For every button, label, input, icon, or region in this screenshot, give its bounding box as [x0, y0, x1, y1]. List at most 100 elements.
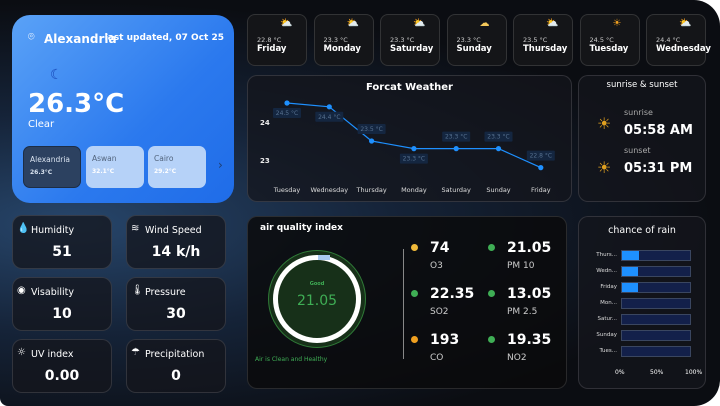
- forecast-day-card[interactable]: ☀ 24.5 °C Tuesday: [579, 14, 640, 66]
- pollutant-name: SO2: [430, 307, 449, 317]
- day-name: Monday: [323, 44, 361, 54]
- data-point: [326, 104, 332, 110]
- uv-icon: ☼: [17, 347, 26, 358]
- rain-category-label: Tues...: [599, 348, 617, 354]
- city-card-cairo[interactable]: Cairo 29.2°C: [148, 146, 206, 188]
- stat-card-wind-speed: ≋ Wind Speed 14 k/h: [126, 215, 226, 269]
- wind-icon: ≋: [131, 223, 140, 234]
- data-point: [369, 138, 375, 144]
- data-label: 23.5 °C: [360, 126, 382, 133]
- rain-cloud-sun-icon: ⛅: [280, 18, 293, 29]
- aqi-gauge: Good 21.05: [268, 250, 366, 348]
- rain-bar-track: [621, 282, 691, 293]
- pollutant-name: PM 10: [507, 261, 535, 271]
- sun-icon: ☀: [612, 18, 622, 29]
- city-label: Aswan: [92, 154, 117, 163]
- city-temp: 29.2°C: [154, 168, 177, 175]
- pollutant-indicator-icon: [488, 244, 495, 251]
- rain-bar-track: [621, 330, 691, 341]
- pollutant-value: 74: [430, 240, 450, 256]
- data-point: [453, 146, 459, 152]
- stat-value: 30: [166, 306, 186, 322]
- data-point: [538, 165, 544, 171]
- stat-value: 0.00: [44, 368, 80, 384]
- stat-label: Visability: [31, 287, 74, 298]
- pollutant-indicator-icon: [411, 244, 418, 251]
- gauge-indicator: [318, 255, 330, 260]
- day-name: Saturday: [390, 44, 434, 54]
- partly-cloudy-icon: ⛅: [413, 18, 426, 29]
- city-temp: 26.3°C: [30, 169, 53, 176]
- data-point: [495, 146, 502, 152]
- stat-value: 14 k/h: [151, 244, 201, 260]
- stat-label: Pressure: [145, 287, 186, 298]
- rain-x-tick: 50%: [650, 369, 664, 376]
- pollutant-indicator-icon: [411, 336, 418, 343]
- rain-bar-track: [621, 266, 691, 277]
- stat-label: Precipitation: [145, 349, 205, 360]
- rain-bar-track: [621, 346, 691, 357]
- pollutant-indicator-icon: [488, 290, 495, 297]
- data-label: 23.3 °C: [403, 156, 425, 163]
- forecast-day-card[interactable]: ⛅ 22.8 °C Friday: [247, 14, 307, 66]
- pollutant-value: 19.35: [507, 332, 552, 348]
- forecast-day-card[interactable]: ⛅ 24.4 °C Wednesday: [646, 14, 711, 66]
- rain-category-label: Wedn...: [596, 268, 617, 274]
- stat-card-visability: ◉ Visability 10: [12, 277, 112, 331]
- forecast-day-card[interactable]: ☁ 23.3 °C Sunday: [446, 14, 507, 66]
- chevron-right-icon[interactable]: ›: [218, 158, 223, 172]
- moon-icon: ☾: [50, 67, 63, 83]
- pollutant-name: O3: [430, 261, 443, 271]
- rain-x-tick: 0%: [615, 369, 625, 376]
- day-name: Thursday: [523, 44, 568, 54]
- rain-bar: [622, 251, 639, 260]
- stat-card-humidity: 💧 Humidity 51: [12, 215, 112, 269]
- sunset-label: sunset: [624, 146, 651, 155]
- sunrise-time: 05:58 AM: [624, 123, 693, 138]
- city-temp: 32.1°C: [92, 168, 115, 175]
- forecast-day-card[interactable]: ⛅ 23.3 °C Saturday: [380, 14, 440, 66]
- rain-category-label: Thurs...: [596, 252, 617, 258]
- stat-card-precipitation: ☂ Precipitation 0: [126, 339, 226, 393]
- data-label: 23.3 °C: [445, 134, 467, 141]
- stat-value: 0: [171, 368, 181, 384]
- data-point: [411, 146, 417, 152]
- stat-label: Wind Speed: [145, 225, 202, 236]
- stat-value: 51: [52, 244, 72, 260]
- sunrise-sunset-card: sunrise & sunset ☀ sunrise 05:58 AM ☀ su…: [578, 75, 706, 202]
- stat-label: UV index: [31, 349, 74, 360]
- current-weather-card: ⌾ Alexandria last updated, 07 Oct 25 ☾ 2…: [12, 15, 234, 203]
- aqi-value: 21.05: [296, 293, 338, 309]
- x-tick-label: Saturday: [442, 186, 471, 194]
- sunset-icon: ☀: [597, 158, 612, 177]
- city-label: Cairo: [154, 154, 174, 163]
- aqi-title: air quality index: [260, 223, 343, 233]
- last-updated: last updated, 07 Oct 25: [104, 33, 224, 43]
- rain-bar: [622, 267, 639, 276]
- day-temp: 22.8 °C: [257, 36, 282, 44]
- data-label: 24.4 °C: [318, 114, 340, 121]
- sunrise-label: sunrise: [624, 108, 653, 117]
- pollutant-indicator-icon: [411, 290, 418, 297]
- rain-category-label: Satur...: [597, 316, 617, 322]
- day-temp: 23.5 °C: [523, 36, 548, 44]
- forecast-day-card[interactable]: ⛅ 23.5 °C Thursday: [513, 14, 573, 66]
- forecast-chart-card: Forcat Weather 24 23 24.5 °C Tuesday 24.4 °C…: [247, 75, 572, 202]
- x-tick-label: Tuesday: [273, 186, 301, 194]
- air-quality-card: air quality index Good 21.05 Air is Clea…: [247, 216, 567, 389]
- thermometer-icon: 🌡: [131, 285, 144, 296]
- pollutant-name: NO2: [507, 353, 527, 363]
- rain-bar-track: [621, 314, 691, 325]
- stat-card-pressure: 🌡 Pressure 30: [126, 277, 226, 331]
- city-label: Alexandria: [30, 155, 71, 164]
- stat-value: 10: [52, 306, 72, 322]
- rain-title: chance of rain: [608, 225, 676, 236]
- city-card-alexandria[interactable]: Alexandria 26.3°C: [23, 146, 81, 188]
- stat-card-uv-index: ☼ UV index 0.00: [12, 339, 112, 393]
- day-name: Sunday: [456, 44, 492, 54]
- pollutant-value: 22.35: [430, 286, 475, 302]
- city-card-aswan[interactable]: Aswan 32.1°C: [86, 146, 144, 188]
- x-tick-label: Thursday: [355, 186, 386, 194]
- forecast-day-card[interactable]: ⛅ 23.3 °C Monday: [313, 14, 374, 66]
- rain-category-label: Friday: [600, 284, 617, 290]
